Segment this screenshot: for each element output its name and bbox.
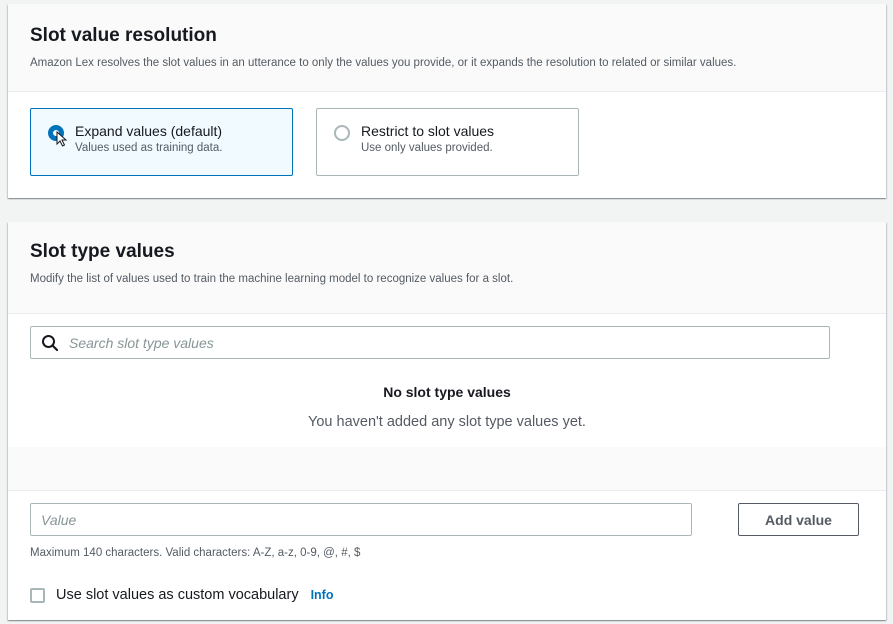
mouse-pointer-icon [56, 131, 68, 147]
panel-title: Slot value resolution [30, 25, 217, 46]
restrict-values-label: Restrict to slot values [361, 123, 495, 139]
expand-values-label: Expand values (default) [75, 123, 223, 139]
empty-state-message: You haven't added any slot type values y… [308, 414, 586, 430]
custom-vocabulary-row: Use slot values as custom vocabulary Inf… [30, 587, 334, 603]
custom-vocabulary-label[interactable]: Use slot values as custom vocabulary [56, 587, 299, 603]
search-input[interactable] [69, 334, 809, 351]
panel-description: Amazon Lex resolves the slot values in a… [30, 57, 737, 69]
custom-vocabulary-checkbox[interactable] [30, 587, 45, 603]
panel-header: Slot value resolution Amazon Lex resolve… [8, 4, 886, 92]
expand-values-radio-tile[interactable]: Expand values (default) Values used as t… [30, 108, 293, 176]
panel-title: Slot type values [30, 241, 175, 262]
empty-state-title: No slot type values [383, 384, 511, 400]
search-box[interactable] [30, 326, 830, 359]
info-link[interactable]: Info [311, 588, 334, 602]
slot-type-values-panel: Slot type values Modify the list of valu… [8, 222, 886, 620]
panel-description: Modify the list of values used to train … [30, 273, 514, 285]
expand-values-description: Values used as training data. [75, 142, 223, 154]
search-icon [42, 334, 59, 351]
panel-header: Slot type values Modify the list of valu… [8, 222, 886, 314]
restrict-values-radio[interactable] [334, 125, 350, 141]
section-divider [8, 447, 886, 491]
value-constraint-text: Maximum 140 characters. Valid characters… [30, 547, 361, 559]
slot-value-resolution-panel: Slot value resolution Amazon Lex resolve… [8, 4, 886, 198]
value-input[interactable] [30, 503, 692, 536]
restrict-values-radio-tile[interactable]: Restrict to slot values Use only values … [316, 108, 579, 176]
restrict-values-description: Use only values provided. [361, 142, 493, 154]
add-value-button[interactable]: Add value [738, 503, 859, 536]
empty-state: No slot type values You haven't added an… [8, 372, 886, 447]
